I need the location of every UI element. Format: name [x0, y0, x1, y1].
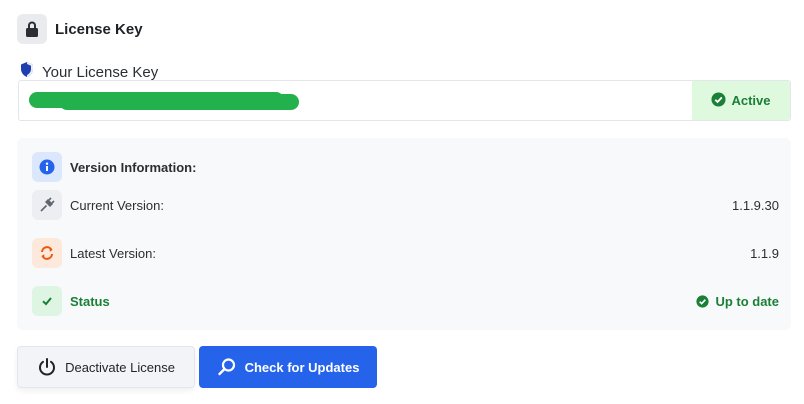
lock-icon — [17, 14, 47, 44]
status-value: Up to date — [696, 294, 779, 309]
latest-version-row: Latest Version: 1.1.9 — [32, 238, 779, 268]
power-icon — [37, 357, 57, 377]
latest-version-label: Latest Version: — [70, 245, 156, 261]
status-row: Status Up to date — [32, 286, 779, 316]
page-title: License Key — [55, 20, 143, 38]
status-value-text: Up to date — [715, 293, 779, 309]
current-version-label: Current Version: — [70, 197, 164, 213]
status-label: Status — [70, 293, 110, 309]
version-info-panel: Version Information: Current Version: 1.… — [17, 138, 791, 330]
plug-icon — [32, 190, 62, 220]
check-for-updates-button[interactable]: Check for Updates — [199, 346, 377, 388]
deactivate-license-button[interactable]: Deactivate License — [17, 346, 195, 388]
license-key-label-text: Your License Key — [42, 63, 159, 81]
check-for-updates-label: Check for Updates — [244, 359, 360, 375]
search-icon — [217, 357, 237, 377]
check-icon — [32, 286, 62, 316]
latest-version-value: 1.1.9 — [750, 245, 779, 261]
license-status-text: Active — [731, 93, 771, 108]
license-status-badge: Active — [692, 81, 790, 120]
current-version-row: Current Version: 1.1.9.30 — [32, 190, 779, 220]
info-icon — [32, 152, 62, 182]
check-circle-icon — [711, 91, 727, 110]
refresh-icon — [32, 238, 62, 268]
current-version-value: 1.1.9.30 — [732, 197, 779, 213]
version-info-title: Version Information: — [70, 159, 197, 175]
check-circle-icon — [696, 294, 710, 308]
redacted-key-mark — [29, 92, 299, 110]
deactivate-license-label: Deactivate License — [65, 359, 175, 375]
license-key-field: Active — [18, 80, 791, 121]
version-info-heading: Version Information: — [32, 152, 779, 182]
license-key-header: License Key — [17, 14, 143, 44]
